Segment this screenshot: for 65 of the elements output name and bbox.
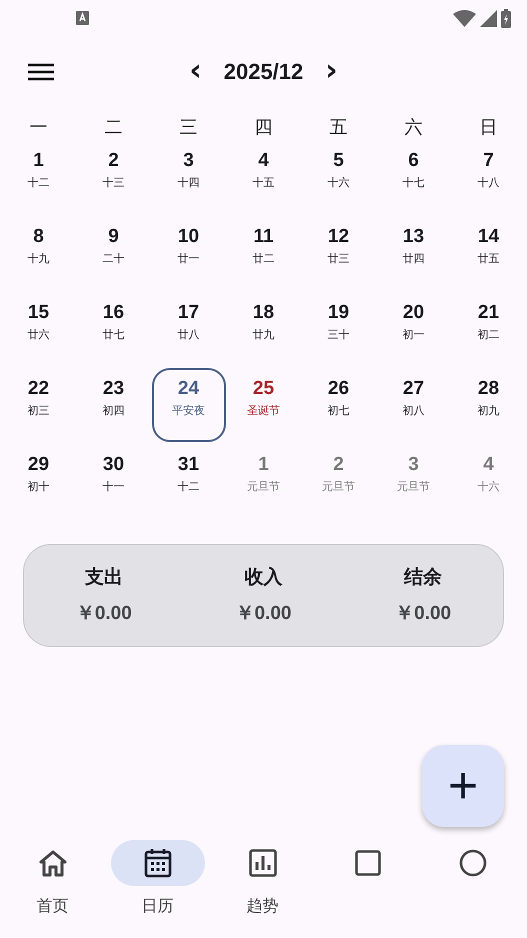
add-button[interactable]: +	[422, 745, 504, 827]
previous-month-button[interactable]: ‹	[183, 56, 208, 86]
day-cell[interactable]: 20 初一	[376, 292, 450, 366]
summary-amount: ￥0.00	[76, 602, 132, 626]
day-cell[interactable]: 14 廿五	[452, 216, 526, 290]
day-cell[interactable]: 16 廿七	[76, 292, 150, 366]
day-cell[interactable]: 25 圣诞节	[226, 368, 300, 442]
month-title: 2025/12	[224, 58, 304, 86]
day-cell[interactable]: 30 十一	[76, 444, 150, 518]
summary-label: 支出	[84, 565, 123, 590]
day-cell[interactable]: 4 十六	[452, 444, 526, 518]
wifi-icon	[453, 10, 476, 26]
calendar-icon	[144, 848, 172, 878]
day-cell[interactable]: 7 十八	[452, 140, 526, 214]
day-cell[interactable]: 3 元旦节	[376, 444, 450, 518]
summary-amount: ￥0.00	[235, 602, 292, 626]
nav-tab[interactable]	[110, 840, 204, 886]
day-cell[interactable]: 27 初八	[376, 368, 450, 442]
day-cell[interactable]: 21 初二	[452, 292, 526, 366]
weekday-label: 一	[28, 116, 48, 140]
day-cell[interactable]: 13 廿四	[376, 216, 450, 290]
summary-amount: ￥0.00	[395, 602, 452, 626]
weekday-label: 二	[104, 116, 124, 140]
day-cell[interactable]: 24 平安夜	[152, 368, 226, 442]
weekday-label: 六	[404, 116, 424, 140]
signal-icon	[480, 10, 497, 26]
day-cell[interactable]: 12 廿三	[302, 216, 376, 290]
day-cell[interactable]: 19 三十	[302, 292, 376, 366]
square-icon	[354, 850, 380, 876]
weekday-label: 三	[178, 116, 198, 140]
summary-label: 结余	[404, 565, 442, 590]
summary-label: 收入	[244, 565, 282, 590]
nav-label: 趋势	[246, 895, 278, 917]
nav-label: 日历	[142, 895, 174, 917]
day-cell[interactable]: 22 初三	[2, 368, 76, 442]
day-cell[interactable]: 3 十四	[152, 140, 226, 214]
day-cell[interactable]: 10 廿一	[152, 216, 226, 290]
day-cell[interactable]: 1 元旦节	[226, 444, 300, 518]
notification-icon	[76, 11, 89, 25]
day-cell[interactable]: 2 十三	[76, 140, 150, 214]
day-cell[interactable]: 8 十九	[2, 216, 76, 290]
battery-icon	[501, 8, 511, 28]
home-icon	[38, 849, 68, 877]
day-cell[interactable]: 17 廿八	[152, 292, 226, 366]
next-month-button[interactable]: ›	[319, 56, 344, 86]
day-cell[interactable]: 29 初十	[2, 444, 76, 518]
day-cell[interactable]: 4 十五	[226, 140, 300, 214]
circle-icon	[458, 849, 486, 877]
day-cell[interactable]: 11 廿二	[226, 216, 300, 290]
day-cell[interactable]: 26 初七	[302, 368, 376, 442]
day-cell[interactable]: 1 十二	[2, 140, 76, 214]
weekday-label: 四	[254, 116, 274, 140]
day-cell[interactable]: 28 初九	[452, 368, 526, 442]
day-cell[interactable]: 2 元旦节	[302, 444, 376, 518]
day-cell[interactable]: 5 十六	[302, 140, 376, 214]
chart-icon	[248, 849, 276, 877]
day-cell[interactable]: 18 廿九	[226, 292, 300, 366]
day-cell[interactable]: 9 二十	[76, 216, 150, 290]
weekday-label: 五	[328, 116, 348, 140]
day-cell[interactable]: 6 十七	[376, 140, 450, 214]
day-cell[interactable]: 31 十二	[152, 444, 226, 518]
weekday-label: 日	[478, 116, 498, 140]
day-cell[interactable]: 15 廿六	[2, 292, 76, 366]
nav-label: 首页	[36, 895, 68, 917]
day-cell[interactable]: 23 初四	[76, 368, 150, 442]
